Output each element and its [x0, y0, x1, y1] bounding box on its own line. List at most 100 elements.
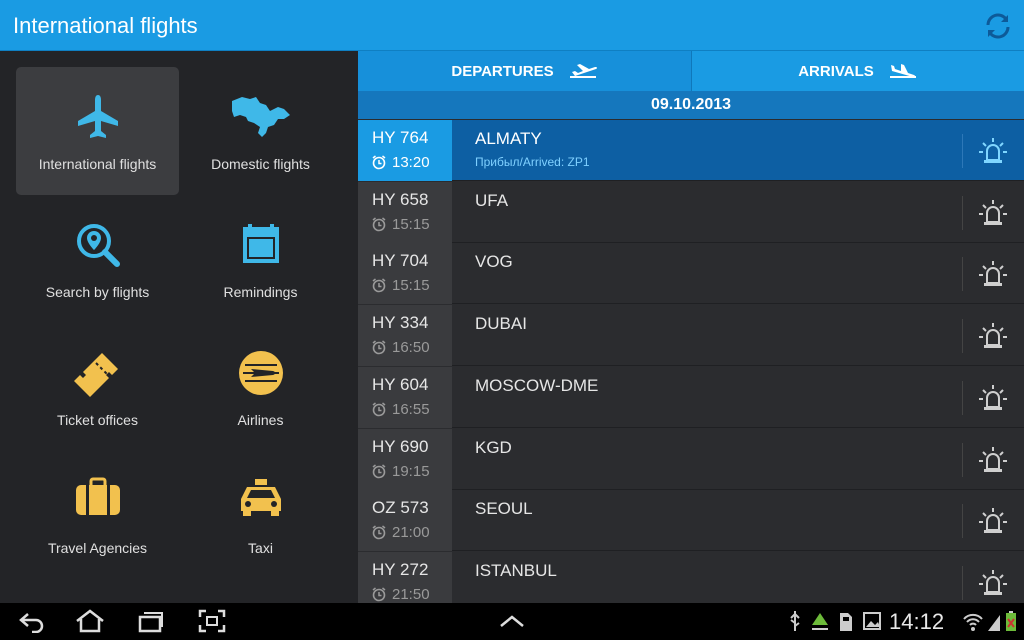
departure-time: 21:50	[372, 586, 430, 603]
flight-row[interactable]: HY 690 19:15 KGD	[358, 428, 1024, 490]
gallery-icon	[863, 612, 881, 630]
menu-item-label: Taxi	[248, 540, 273, 556]
flight-number: OZ 573	[372, 498, 429, 518]
alarm-clock-icon	[372, 587, 386, 602]
departure-time: 15:15	[372, 277, 430, 294]
chevron-up-icon[interactable]	[498, 613, 526, 629]
app: International flights International flig…	[0, 0, 1024, 640]
alert-beacon-icon[interactable]	[978, 259, 1008, 289]
wifi-icon	[963, 613, 983, 631]
plane-takeoff-icon	[569, 64, 597, 78]
home-icon[interactable]	[74, 609, 106, 633]
alert-beacon-icon[interactable]	[978, 568, 1008, 598]
menu-item-label: Remindings	[223, 284, 298, 300]
departure-time: 19:15	[372, 463, 430, 480]
alarm-clock-icon	[372, 463, 386, 478]
flight-row[interactable]: HY 272 21:50 ISTANBUL	[358, 551, 1024, 603]
flight-row[interactable]: HY 764 13:20 ALMATY Прибыл/Arrived: ZP1	[358, 120, 1024, 181]
menu-item-label: Travel Agencies	[47, 540, 148, 556]
departure-time-value: 16:50	[392, 339, 430, 357]
date-header: 09.10.2013	[358, 91, 1024, 119]
menu-item-label: International flights	[38, 156, 157, 172]
taxi-icon	[240, 479, 281, 516]
calendar-icon	[242, 224, 279, 263]
menu-item-airlines[interactable]: Airlines	[179, 323, 342, 451]
screenshot-icon[interactable]	[198, 609, 226, 633]
alert-beacon-icon[interactable]	[978, 506, 1008, 536]
departure-time-value: 21:50	[392, 585, 430, 603]
flight-number: HY 334	[372, 313, 429, 333]
destination: UFA	[475, 190, 509, 210]
sync-icon	[812, 613, 828, 630]
flight-row[interactable]: OZ 573 21:00 SEOUL	[358, 490, 1024, 552]
flight-time-cell: OZ 573 21:00	[358, 490, 452, 552]
sidebar-menu: International flights Domestic flights S…	[0, 51, 358, 603]
suitcase-icon	[75, 477, 120, 515]
tab-bar: DEPARTURES ARRIVALS	[358, 51, 1024, 91]
flight-time-cell: HY 272 21:50	[358, 551, 452, 603]
airline-logo-icon	[238, 351, 283, 395]
flights-panel: DEPARTURES ARRIVALS 09.10.2013 HY 764 13:…	[358, 51, 1024, 603]
flight-number: HY 690	[372, 436, 429, 456]
menu-item-search-by-flights[interactable]: Search by flights	[16, 195, 179, 323]
flight-number: HY 764	[372, 128, 429, 147]
tab-departures[interactable]: DEPARTURES	[358, 51, 691, 91]
tab-arrivals[interactable]: ARRIVALS	[691, 51, 1024, 91]
departure-time-value: 19:15	[392, 462, 430, 480]
flight-number: HY 658	[372, 189, 429, 209]
menu-item-travel-agencies[interactable]: Travel Agencies	[16, 451, 179, 579]
destination: DUBAI	[475, 314, 527, 334]
departure-time-value: 13:20	[392, 154, 430, 171]
divider	[962, 380, 963, 415]
alarm-clock-icon	[372, 217, 386, 231]
divider	[962, 504, 963, 539]
alert-beacon-icon[interactable]	[978, 383, 1008, 413]
alarm-clock-icon	[372, 278, 386, 293]
flight-row[interactable]: HY 658 15:15 UFA	[358, 181, 1024, 243]
flight-time-cell: HY 604 16:55	[358, 366, 452, 428]
departure-time-value: 15:15	[392, 277, 430, 295]
search-pin-icon	[76, 224, 120, 267]
departure-time: 13:20	[372, 154, 430, 171]
system-nav-bar: 14:12	[0, 603, 1024, 640]
menu-item-ticket-offices[interactable]: Ticket offices	[16, 323, 179, 451]
divider	[962, 257, 963, 292]
tab-label: ARRIVALS	[798, 62, 874, 80]
flight-row[interactable]: HY 704 15:15 VOG	[358, 243, 1024, 305]
departure-time: 21:00	[372, 524, 430, 541]
alarm-clock-icon	[372, 340, 386, 355]
menu-item-label: Ticket offices	[57, 412, 138, 428]
menu-item-label: Search by flights	[45, 284, 150, 300]
flight-time-cell: HY 690 19:15	[358, 428, 452, 490]
tab-label: DEPARTURES	[451, 62, 554, 80]
divider	[962, 319, 963, 354]
flight-number: HY 272	[372, 559, 429, 579]
alert-beacon-icon[interactable]	[978, 321, 1008, 351]
recent-apps-icon[interactable]	[137, 609, 165, 633]
divider	[962, 195, 963, 230]
departure-time-value: 15:15	[392, 215, 430, 233]
divider	[962, 565, 963, 600]
divider	[962, 442, 963, 477]
menu-item-label: Airlines	[237, 412, 284, 428]
flight-time-cell: HY 658 15:15	[358, 181, 452, 243]
alert-beacon-icon[interactable]	[978, 136, 1008, 166]
page-title: International flights	[13, 13, 198, 38]
menu-item-remindings[interactable]: Remindings	[179, 195, 342, 323]
flight-row[interactable]: HY 604 16:55 MOSCOW-DME	[358, 366, 1024, 428]
departure-time: 16:55	[372, 401, 430, 418]
flight-number: HY 604	[372, 374, 429, 394]
back-icon[interactable]	[18, 609, 46, 633]
flight-row[interactable]: HY 334 16:50 DUBAI	[358, 305, 1024, 367]
menu-item-domestic-flights[interactable]: Domestic flights	[179, 67, 342, 195]
menu-item-international-flights[interactable]: International flights	[16, 67, 179, 195]
alarm-clock-icon	[372, 525, 386, 540]
alert-beacon-icon[interactable]	[978, 198, 1008, 228]
refresh-icon[interactable]	[982, 10, 1014, 42]
destination: ISTANBUL	[475, 560, 557, 580]
alert-beacon-icon[interactable]	[978, 445, 1008, 475]
flight-time-cell: HY 334 16:50	[358, 305, 452, 367]
alarm-clock-icon	[372, 155, 386, 170]
menu-item-taxi[interactable]: Taxi	[179, 451, 342, 579]
alarm-clock-icon	[372, 402, 386, 417]
